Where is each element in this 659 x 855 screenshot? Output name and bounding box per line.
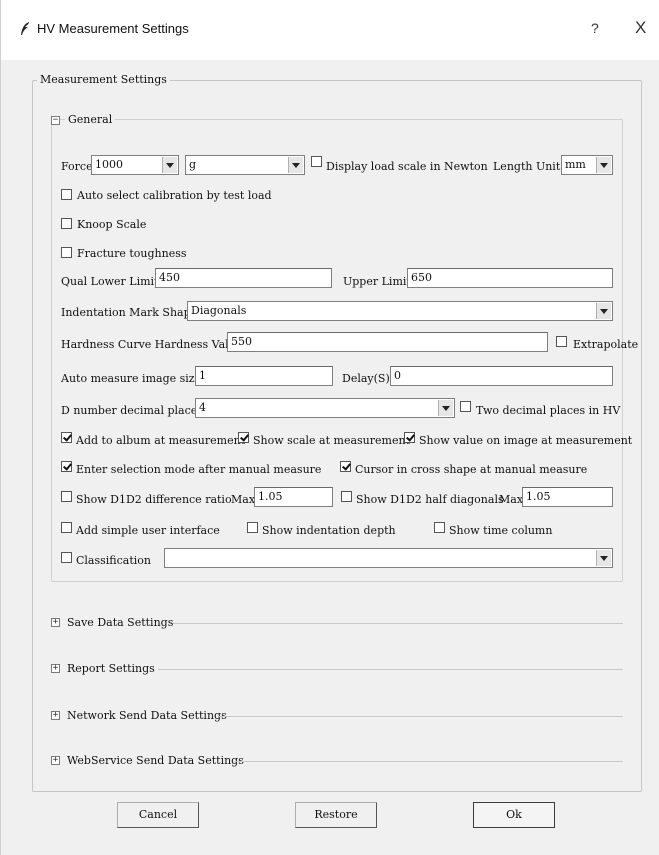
mark-shape-select[interactable]: Diagonals: [187, 301, 613, 321]
show-scale-checkbox[interactable]: [238, 432, 249, 443]
upper-limit-input[interactable]: 650: [407, 268, 613, 288]
hardness-curve-input[interactable]: 550: [227, 332, 548, 352]
extrapolate-checkbox[interactable]: [556, 336, 567, 347]
window-title: HV Measurement Settings: [37, 21, 189, 36]
help-button[interactable]: ?: [591, 20, 599, 36]
delay-label: Delay(S): [342, 372, 390, 385]
chevron-down-icon: [162, 157, 177, 173]
chevron-down-icon: [596, 550, 611, 566]
fracture-toughness-label: Fracture toughness: [77, 247, 187, 260]
section-divider: [234, 761, 623, 762]
show-value-label: Show value on image at measurement: [419, 434, 633, 447]
auto-measure-size-label: Auto measure image size: [61, 372, 202, 385]
force-unit-select[interactable]: g: [185, 155, 305, 175]
delay-input[interactable]: 0: [390, 366, 613, 386]
restore-button[interactable]: Restore: [295, 802, 377, 828]
section-divider: [218, 716, 623, 717]
chevron-down-icon: [438, 400, 453, 416]
newton-label: Display load scale in Newton: [326, 160, 488, 173]
chevron-down-icon: [596, 303, 611, 319]
auto-measure-size-input[interactable]: 1: [195, 366, 333, 386]
force-value: 1000: [95, 158, 123, 171]
selection-mode-label: Enter selection mode after manual measur…: [76, 463, 322, 476]
show-scale-label: Show scale at measurement: [253, 434, 410, 447]
d1d2-half-label: Show D1D2 half diagonals: [356, 493, 504, 506]
max-ratio-input[interactable]: 1.05: [254, 487, 333, 507]
report-section-title: Report Settings: [67, 662, 155, 675]
force-unit-value: g: [189, 158, 197, 171]
qual-lower-limit-label: Qual Lower Limit: [61, 275, 159, 288]
measurement-settings-caption: Measurement Settings: [37, 73, 170, 86]
mark-shape-label: Indentation Mark Shape: [61, 306, 198, 319]
fracture-toughness-checkbox[interactable]: [61, 247, 72, 258]
decimal-places-value: 4: [199, 401, 206, 414]
qual-lower-limit-input[interactable]: 450: [155, 268, 332, 288]
mark-shape-value: Diagonals: [191, 304, 247, 317]
add-to-album-label: Add to album at measurement: [76, 434, 246, 447]
classification-checkbox[interactable]: [61, 552, 72, 563]
dialog-window: HV Measurement Settings ? X Measurement …: [0, 0, 659, 855]
title-bar: HV Measurement Settings ? X: [1, 0, 659, 60]
time-column-checkbox[interactable]: [434, 522, 445, 533]
expand-plus-icon[interactable]: +: [51, 664, 60, 673]
two-decimal-label: Two decimal places in HV: [476, 404, 621, 417]
upper-limit-label: Upper Limit: [343, 275, 411, 288]
expand-plus-icon[interactable]: +: [51, 711, 60, 720]
chevron-down-icon: [596, 157, 611, 173]
force-select[interactable]: 1000: [91, 155, 179, 175]
close-button[interactable]: X: [635, 18, 646, 38]
cursor-cross-label: Cursor in cross shape at manual measure: [355, 463, 588, 476]
simple-ui-label: Add simple user interface: [76, 524, 220, 537]
knoop-scale-label: Knoop Scale: [77, 218, 147, 231]
indentation-depth-checkbox[interactable]: [247, 522, 258, 533]
classification-select[interactable]: [164, 548, 613, 568]
d1d2-ratio-checkbox[interactable]: [61, 491, 72, 502]
two-decimal-checkbox[interactable]: [460, 401, 471, 412]
max-half-label: Max: [499, 493, 524, 506]
length-unit-label: Length Unit: [493, 160, 561, 173]
general-collapse-toggle[interactable]: −: [51, 116, 60, 125]
max-ratio-label: Max: [231, 493, 256, 506]
cursor-cross-checkbox[interactable]: [340, 461, 351, 472]
d1d2-ratio-label: Show D1D2 difference ratio: [76, 493, 232, 506]
newton-checkbox[interactable]: [311, 156, 322, 167]
knoop-scale-checkbox[interactable]: [61, 218, 72, 229]
add-to-album-checkbox[interactable]: [61, 432, 72, 443]
section-divider: [173, 623, 623, 624]
length-unit-select[interactable]: mm: [561, 155, 613, 175]
indentation-depth-label: Show indentation depth: [262, 524, 396, 537]
ok-button[interactable]: Ok: [473, 802, 555, 828]
time-column-label: Show time column: [449, 524, 553, 537]
network-send-section-title: Network Send Data Settings: [67, 709, 227, 722]
classification-label: Classification: [76, 554, 152, 567]
length-unit-value: mm: [565, 158, 586, 171]
save-data-section-title: Save Data Settings: [67, 616, 174, 629]
decimal-places-label: D number decimal places: [61, 404, 203, 417]
d1d2-half-checkbox[interactable]: [341, 491, 352, 502]
section-divider: [158, 669, 623, 670]
force-label: Force: [61, 160, 93, 173]
selection-mode-checkbox[interactable]: [61, 461, 72, 472]
extrapolate-label: Extrapolate: [573, 338, 639, 351]
webservice-send-section-title: WebService Send Data Settings: [67, 754, 244, 767]
general-section-title: General: [65, 113, 116, 126]
app-feather-icon: [21, 22, 29, 35]
expand-plus-icon[interactable]: +: [51, 618, 60, 627]
cancel-button[interactable]: Cancel: [117, 802, 199, 828]
auto-calibration-label: Auto select calibration by test load: [77, 189, 272, 202]
max-half-input[interactable]: 1.05: [522, 487, 613, 507]
auto-calibration-checkbox[interactable]: [61, 189, 72, 200]
hardness-curve-label: Hardness Curve Hardness Value: [61, 338, 243, 351]
simple-ui-checkbox[interactable]: [61, 522, 72, 533]
chevron-down-icon: [288, 157, 303, 173]
decimal-places-select[interactable]: 4: [195, 398, 455, 418]
expand-plus-icon[interactable]: +: [51, 756, 60, 765]
show-value-checkbox[interactable]: [404, 432, 415, 443]
